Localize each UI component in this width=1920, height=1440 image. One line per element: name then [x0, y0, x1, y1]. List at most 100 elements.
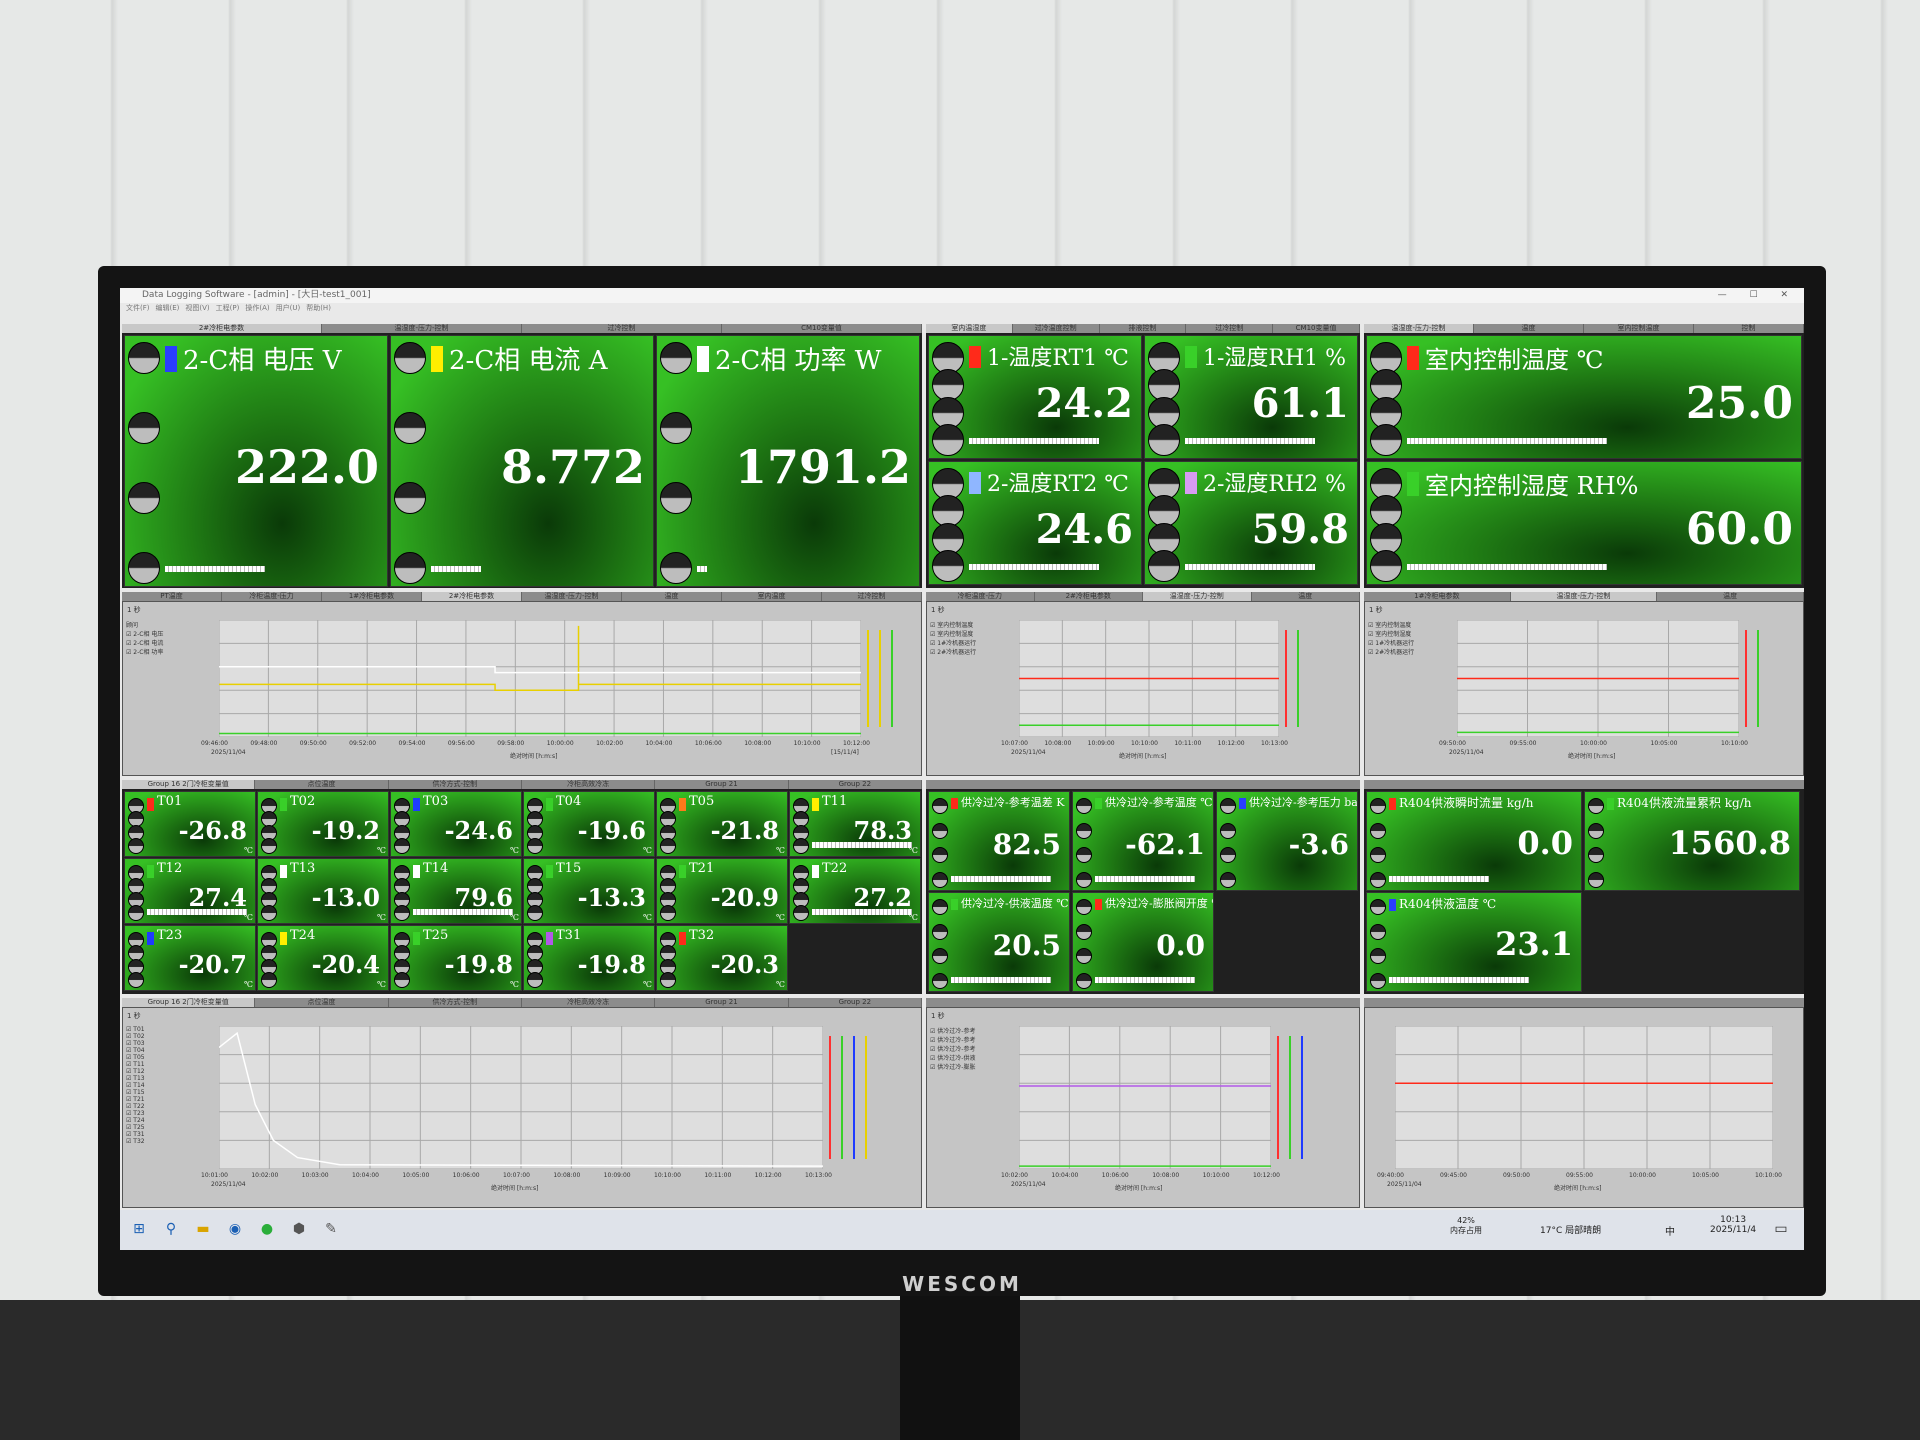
legend-item[interactable]: ☑ T05: [126, 1054, 188, 1061]
r404-trend-chart[interactable]: 09:40:00 09:45:00 09:50:00 09:55:00 10:00:00…: [1364, 1007, 1804, 1208]
legend-item[interactable]: ☑ T24: [126, 1117, 188, 1124]
room-control-tile[interactable]: 室内控制温度 ℃ 25.0: [1366, 335, 1802, 459]
edge-icon[interactable]: ◉: [226, 1220, 244, 1238]
tab[interactable]: 室内温度: [722, 592, 822, 601]
r404-tile[interactable]: R404供液瞬时流量 kg/h 0.0: [1366, 791, 1582, 891]
legend-item[interactable]: ☑ 2-C相 功率: [126, 647, 188, 656]
menu-item[interactable]: 工程(P): [216, 304, 240, 312]
r404-tile[interactable]: R404供液温度 ℃ 23.1: [1366, 892, 1582, 992]
env-tile[interactable]: 1-湿度RH1 % 61.1: [1144, 335, 1358, 459]
temperature-tile[interactable]: T15 -13.3 ℃: [523, 858, 655, 924]
temperature-tile[interactable]: T03 -24.6 ℃: [390, 791, 522, 857]
tab[interactable]: 温湿度-压力-控制: [522, 592, 622, 601]
ime-indicator[interactable]: 中: [1665, 1223, 1675, 1238]
menu-item[interactable]: 编辑(E): [156, 304, 180, 312]
app-icon[interactable]: ⬢: [290, 1220, 308, 1238]
temperature-tile[interactable]: T31 -19.8 ℃: [523, 925, 655, 991]
tab[interactable]: 温度: [1657, 592, 1804, 601]
search-icon[interactable]: ⚲: [162, 1220, 180, 1238]
temperature-tile[interactable]: T23 -20.7 ℃: [124, 925, 256, 991]
clock[interactable]: 10:13 2025/11/4: [1710, 1215, 1756, 1235]
subcool-tile[interactable]: 供冷过冷-参考温度 ℃ -62.1: [1072, 791, 1214, 891]
room-control-tile[interactable]: 室内控制湿度 RH% 60.0: [1366, 461, 1802, 585]
tab[interactable]: Group 21: [655, 998, 789, 1007]
temperature-tile[interactable]: T02 -19.2 ℃: [257, 791, 389, 857]
tab[interactable]: Group 16 2门冷柜变量值: [122, 998, 256, 1007]
menu-item[interactable]: 文件(F): [126, 304, 150, 312]
temperature-tile[interactable]: T01 -26.8 ℃: [124, 791, 256, 857]
tab[interactable]: 2#冷柜电参数: [122, 324, 322, 333]
tab[interactable]: 温湿度-压力-控制: [1510, 592, 1658, 601]
room-trend-chart[interactable]: 1 秒 ☑ 室内控制温度 ☑ 室内控制湿度 ☑ 1#冷机器运行 ☑ 2#冷机器运行 10:…: [926, 601, 1360, 776]
temperature-tile[interactable]: T32 -20.3 ℃: [656, 925, 788, 991]
legend-item[interactable]: ☑ T03: [126, 1040, 188, 1047]
legend-item[interactable]: ☑ 2-C相 电流: [126, 638, 188, 647]
tab[interactable]: 2#冷柜电参数: [1035, 592, 1143, 601]
env-tile[interactable]: 2-温度RT2 ℃ 24.6: [928, 461, 1142, 585]
tab[interactable]: 过冷温度控制: [1013, 324, 1100, 333]
subcool-tile[interactable]: 供冷过冷-供液温度 ℃ 20.5: [928, 892, 1070, 992]
legend-item[interactable]: ☑ 1#冷机器运行: [1368, 638, 1430, 647]
power-tile[interactable]: 2-C相 电压 V 222.0: [124, 335, 388, 587]
temperature-tile[interactable]: T22 27.2 ℃: [789, 858, 921, 924]
temperature-trend-chart[interactable]: 1 秒 ☑ T01 ☑ T02 ☑ T03 ☑ T04 ☑ T05 ☑ T11 ☑ T12 ☑ …: [122, 1007, 922, 1208]
legend-item[interactable]: ☑ 供冷过冷-参考: [930, 1035, 992, 1044]
legend-item[interactable]: ☑ 2#冷机器运行: [930, 647, 992, 656]
tab[interactable]: 温度: [622, 592, 722, 601]
tab[interactable]: CM10变量值: [722, 324, 922, 333]
temperature-tile[interactable]: T24 -20.4 ℃: [257, 925, 389, 991]
temperature-tile[interactable]: T12 27.4 ℃: [124, 858, 256, 924]
menu-item[interactable]: 视图(V): [185, 304, 209, 312]
env-tile[interactable]: 2-湿度RH2 % 59.8: [1144, 461, 1358, 585]
tab[interactable]: 温度: [1474, 324, 1584, 333]
tab[interactable]: 供冷方式-控制: [389, 998, 522, 1007]
tab[interactable]: 点位温度: [255, 780, 389, 789]
legend-item[interactable]: ☑ T32: [126, 1138, 188, 1145]
tab[interactable]: 室内温湿度: [926, 324, 1013, 333]
env-tile[interactable]: 1-温度RT1 ℃ 24.2: [928, 335, 1142, 459]
power-trend-chart[interactable]: 1 秒顾问 ☑ 2-C相 电压 ☑ 2-C相 电流 ☑ 2-C相 功率 09:46:00…: [122, 601, 922, 776]
tab[interactable]: 供冷方式-控制: [389, 780, 522, 789]
legend-item[interactable]: ☑ T12: [126, 1068, 188, 1075]
legend-item[interactable]: ☑ T13: [126, 1075, 188, 1082]
legend-item[interactable]: ☑ 2-C相 电压: [126, 629, 188, 638]
tab[interactable]: 过冷控制: [522, 324, 722, 333]
tab[interactable]: 温湿度-压力-控制: [1364, 324, 1474, 333]
weather-widget[interactable]: 17°C 局部晴朗: [1540, 1223, 1601, 1236]
tab[interactable]: 过冷控制: [822, 592, 922, 601]
power-tile[interactable]: 2-C相 功率 W 1791.2: [656, 335, 920, 587]
tab[interactable]: 冷柜温度-压力: [222, 592, 322, 601]
legend-item[interactable]: ☑ T11: [126, 1061, 188, 1068]
tab[interactable]: Group 16 2门冷柜变量值: [122, 780, 256, 789]
tab[interactable]: 控制: [1694, 324, 1804, 333]
temperature-tile[interactable]: T21 -20.9 ℃: [656, 858, 788, 924]
legend-item[interactable]: ☑ 室内控制温度: [930, 620, 992, 629]
legend-item[interactable]: ☑ 2#冷机器运行: [1368, 647, 1430, 656]
legend-item[interactable]: ☑ 室内控制温度: [1368, 620, 1430, 629]
power-tile[interactable]: 2-C相 电流 A 8.772: [390, 335, 654, 587]
legend-item[interactable]: ☑ T01: [126, 1026, 188, 1033]
start-icon[interactable]: ⊞: [130, 1220, 148, 1238]
tab[interactable]: 温湿度-压力-控制: [1143, 592, 1252, 601]
control-trend-chart[interactable]: 1 秒 ☑ 室内控制温度 ☑ 室内控制湿度 ☑ 1#冷机器运行 ☑ 2#冷机器运行 09:…: [1364, 601, 1804, 776]
r404-tile[interactable]: R404供液流量累积 kg/h 1560.8: [1584, 791, 1800, 891]
folder-icon[interactable]: ▬: [194, 1220, 212, 1238]
tab[interactable]: 温湿度-压力-控制: [322, 324, 522, 333]
subcool-tile[interactable]: 供冷过冷-膨胀阀开度 % 0.0: [1072, 892, 1214, 992]
tab[interactable]: Group 21: [655, 780, 789, 789]
temperature-tile[interactable]: T25 -19.8 ℃: [390, 925, 522, 991]
legend-item[interactable]: ☑ T15: [126, 1089, 188, 1096]
temperature-tile[interactable]: T14 79.6 ℃: [390, 858, 522, 924]
legend-item[interactable]: ☑ T14: [126, 1082, 188, 1089]
wechat-icon[interactable]: ●: [258, 1220, 276, 1238]
subcool-trend-chart[interactable]: 1 秒 ☑ 供冷过冷-参考 ☑ 供冷过冷-参考 ☑ 供冷过冷-参考 ☑ 供冷过冷-供液 ☑…: [926, 1007, 1360, 1208]
legend-item[interactable]: ☑ 1#冷机器运行: [930, 638, 992, 647]
menu-item[interactable]: 帮助(H): [306, 304, 331, 312]
legend-item[interactable]: ☑ 供冷过冷-参考: [930, 1026, 992, 1035]
temperature-tile[interactable]: T13 -13.0 ℃: [257, 858, 389, 924]
legend-item[interactable]: ☑ T31: [126, 1131, 188, 1138]
notification-icon[interactable]: ▭: [1772, 1220, 1790, 1238]
legend-item[interactable]: ☑ T02: [126, 1033, 188, 1040]
legend-item[interactable]: ☑ 室内控制湿度: [930, 629, 992, 638]
menu-item[interactable]: 操作(A): [245, 304, 269, 312]
